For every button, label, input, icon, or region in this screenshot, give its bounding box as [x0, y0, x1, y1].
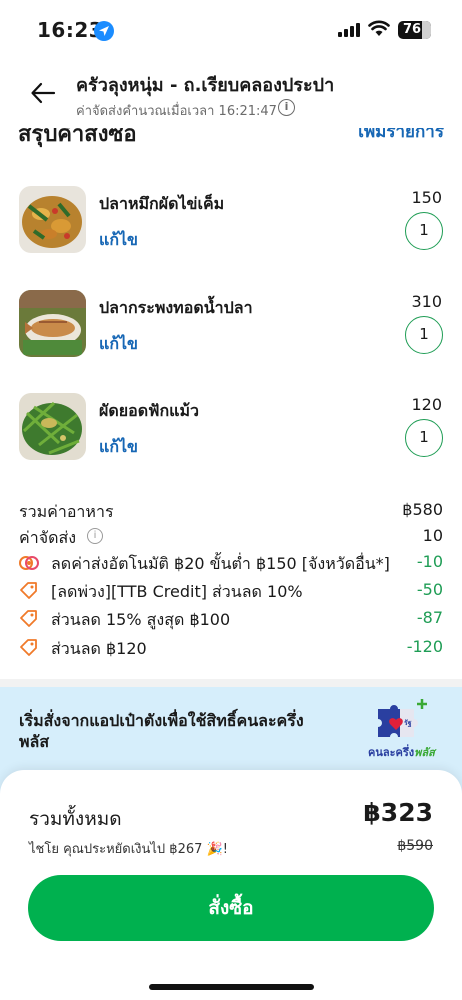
auto-discount-icon — [19, 553, 39, 573]
item-name: ปลากระพงทอดน้ำปลา — [99, 298, 253, 317]
discount-row: ส่วนลด ฿120 -120 — [19, 637, 443, 659]
savings-text: ไชโย คุณประหยัดเงินไป ฿267 🎉! — [29, 842, 228, 857]
edit-item-link[interactable]: แก้ไข — [99, 228, 138, 253]
discount-row: ส่วนลด 15% สูงสุด ฿100 -87 — [19, 608, 443, 630]
quantity-button[interactable]: 1 — [405, 419, 443, 457]
food-total-row: รวมค่าอาหาร ฿580 — [19, 500, 443, 522]
item-name: ผัดยอดฟักแม้ว — [99, 401, 199, 420]
list-item: ผัดยอดฟักแม้ว แก้ไข 120 1 — [0, 393, 462, 473]
battery-level: 76 — [402, 22, 422, 37]
info-icon[interactable]: i — [278, 99, 295, 116]
quantity-button[interactable]: 1 — [405, 212, 443, 250]
total-value: ฿323 — [363, 798, 433, 827]
discount-label: [ลดพ่วง][TTB Credit] ส่วนลด 10% — [51, 582, 303, 601]
status-bar: 16:23 76 — [0, 0, 462, 60]
original-price: ฿590 — [397, 838, 433, 854]
back-arrow-icon[interactable] — [30, 80, 56, 106]
food-image — [19, 393, 86, 460]
battery-icon: 76 — [398, 21, 431, 39]
tag-icon — [19, 581, 39, 601]
section-title: สรุปคำสั่งซื้อ — [18, 128, 137, 147]
discount-value: -10 — [416, 552, 443, 571]
tag-icon — [19, 638, 39, 658]
info-icon[interactable]: i — [87, 528, 103, 544]
order-summary-section-header: สรุปคำสั่งซื้อ เพิ่มรายการ — [0, 128, 462, 148]
quantity-button[interactable]: 1 — [405, 316, 443, 354]
discount-value: -120 — [406, 637, 443, 656]
food-image — [19, 290, 86, 357]
tag-icon — [19, 609, 39, 629]
discount-label: ส่วนลด ฿120 — [51, 639, 147, 658]
discount-value: -87 — [416, 608, 443, 627]
food-total-label: รวมค่าอาหาร — [19, 502, 114, 521]
list-item: ปลากระพงทอดน้ำปลา แก้ไข 310 1 — [0, 290, 462, 370]
cellular-signal-icon — [338, 23, 360, 37]
header: ครัวลุงหนุ่ม - ถ.เรียบคลองประปา ค่าจัดส่… — [0, 60, 462, 128]
home-indicator — [149, 984, 314, 990]
total-label: รวมทั้งหมด — [29, 808, 122, 830]
checkout-sheet: รวมทั้งหมด ฿323 ไชโย คุณประหยัดเงินไป ฿2… — [0, 770, 462, 1000]
logo-caption-accent: พลัส — [414, 746, 435, 759]
logo-badge: รัฐ — [404, 719, 412, 728]
food-total-value: ฿580 — [402, 500, 443, 519]
delivery-fee-value: 10 — [422, 526, 443, 545]
item-price: 150 — [411, 188, 442, 207]
edit-item-link[interactable]: แก้ไข — [99, 435, 138, 460]
add-items-link[interactable]: เพิ่มรายการ — [358, 128, 444, 145]
delivery-fee-label: ค่าจัดส่ง — [19, 528, 77, 547]
delivery-fee-row: ค่าจัดส่ง i 10 — [19, 526, 443, 548]
edit-item-link[interactable]: แก้ไข — [99, 332, 138, 357]
delivery-calc-time: ค่าจัดส่งคำนวณเมื่อเวลา 16:21:47 — [76, 104, 277, 119]
item-price: 310 — [411, 292, 442, 311]
wifi-icon — [368, 20, 390, 41]
restaurant-name: ครัวลุงหนุ่ม - ถ.เรียบคลองประปา — [76, 75, 335, 96]
banner-text: เริ่มสั่งจากแอปเป๋าตังเพื่อใช้สิทธิ์คนละ… — [19, 711, 304, 751]
item-price: 120 — [411, 395, 442, 414]
discount-row: ลดค่าส่งอัตโนมัติ ฿20 ขั้นต่ำ ฿150 [จังห… — [19, 552, 443, 574]
discount-row: [ลดพ่วง][TTB Credit] ส่วนลด 10% -50 — [19, 580, 443, 602]
discount-label: ส่วนลด 15% สูงสุด ฿100 — [51, 610, 231, 629]
discount-label: ลดค่าส่งอัตโนมัติ ฿20 ขั้นต่ำ ฿150 [จังห… — [51, 554, 390, 573]
discount-value: -50 — [416, 580, 443, 599]
place-order-button[interactable]: สั่งซื้อ — [28, 875, 434, 941]
location-arrow-icon — [94, 21, 114, 41]
food-image — [19, 186, 86, 253]
item-name: ปลาหมึกผัดไข่เค็ม — [99, 194, 225, 213]
list-item: ปลาหมึกผัดไข่เค็ม แก้ไข 150 1 — [0, 186, 462, 266]
logo-caption-main: คนละครึ่ง — [368, 746, 415, 759]
logo-caption: คนละครึ่งพลัส — [368, 743, 435, 761]
divider — [0, 679, 462, 687]
